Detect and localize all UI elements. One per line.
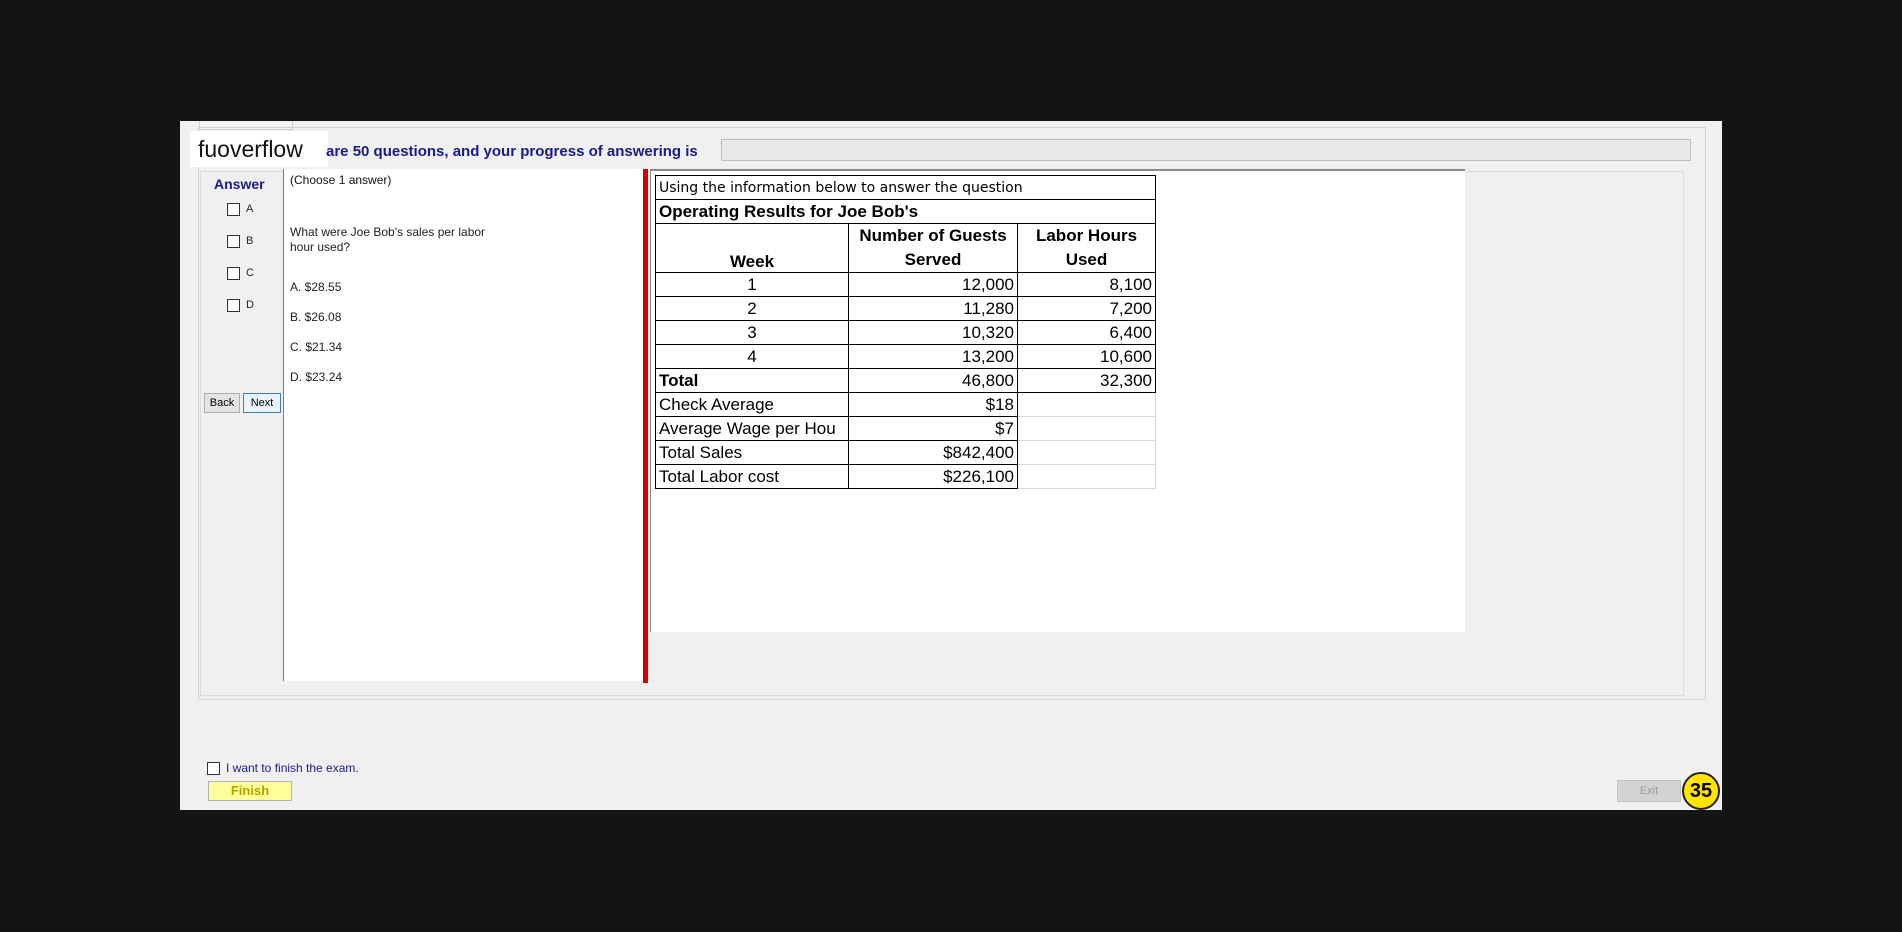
checkbox[interactable] — [227, 266, 240, 280]
option-d[interactable]: D — [227, 298, 254, 312]
table-row: 3 10,320 6,400 — [655, 320, 1156, 345]
splitter[interactable] — [643, 169, 648, 683]
question-instruction: (Choose 1 answer) — [290, 173, 392, 187]
context-panel: Using the information below to answer th… — [650, 169, 1465, 632]
table-cell: 13,200 — [848, 344, 1018, 369]
header-guests: Number of Guests Served — [848, 223, 1018, 273]
checkbox[interactable] — [207, 761, 220, 775]
table-cell — [1017, 392, 1156, 417]
table-cell: $226,100 — [848, 464, 1018, 489]
finish-button[interactable]: Finish — [208, 781, 292, 801]
next-button[interactable]: Next — [243, 393, 281, 413]
table-cell: 10,600 — [1017, 344, 1156, 369]
table-row: 2 11,280 7,200 — [655, 296, 1156, 321]
choice-b: B. $26.08 — [290, 310, 342, 324]
option-label: B — [246, 235, 254, 247]
progress-bar — [721, 139, 1691, 161]
table-cell: 3 — [655, 320, 849, 345]
option-a[interactable]: A — [227, 202, 253, 216]
table-cell: 6,400 — [1017, 320, 1156, 345]
checkbox[interactable] — [227, 298, 240, 312]
back-button[interactable]: Back — [204, 393, 240, 413]
table-cell: 7,200 — [1017, 296, 1156, 321]
table-cell: Total Labor cost — [655, 464, 849, 489]
table-cell: $7 — [848, 416, 1018, 441]
checkbox[interactable] — [227, 234, 240, 248]
option-c[interactable]: C — [227, 266, 254, 280]
option-label: C — [246, 267, 254, 279]
table-cell — [1017, 440, 1156, 465]
table-cell: 1 — [655, 272, 849, 297]
table-row: Using the information below to answer th… — [655, 175, 1156, 200]
table-cell: $18 — [848, 392, 1018, 417]
header-labor-hours: Labor Hours Used — [1017, 223, 1156, 273]
table-cell: 4 — [655, 344, 849, 369]
total-row: Total 46,800 32,300 — [655, 368, 1156, 393]
intro-cell: Using the information below to answer th… — [655, 175, 1156, 200]
table-header-row: Week Number of Guests Served Labor Hours… — [655, 223, 1156, 273]
exit-button[interactable]: Exit — [1617, 780, 1681, 802]
table-cell: Average Wage per Hou — [655, 416, 849, 441]
exam-window: fuoverflow are 50 questions, and your pr… — [180, 121, 1722, 810]
logo: fuoverflow — [190, 131, 328, 167]
progress-text: are 50 questions, and your progress of a… — [326, 143, 698, 160]
checkbox[interactable] — [227, 202, 240, 216]
option-label: D — [246, 299, 254, 311]
table-cell: 32,300 — [1017, 368, 1156, 393]
table-title: Operating Results for Joe Bob's — [655, 199, 1156, 224]
table-row: 1 12,000 8,100 — [655, 272, 1156, 297]
table-cell: $842,400 — [848, 440, 1018, 465]
table-cell: Check Average — [655, 392, 849, 417]
option-label: A — [246, 203, 254, 215]
question-text: What were Joe Bob's sales per labor hour… — [290, 225, 486, 254]
table-cell — [1017, 416, 1156, 441]
answer-header: Answer — [214, 176, 265, 192]
table-row: Check Average $18 — [655, 392, 1156, 417]
table-row: Total Sales $842,400 — [655, 440, 1156, 465]
table-cell: 46,800 — [848, 368, 1018, 393]
table-cell: 11,280 — [848, 296, 1018, 321]
choice-d: D. $23.24 — [290, 370, 343, 384]
timer-badge: 35 — [1682, 772, 1720, 810]
table-row: Total Labor cost $226,100 — [655, 464, 1156, 489]
table-cell: 8,100 — [1017, 272, 1156, 297]
table-row: 4 13,200 10,600 — [655, 344, 1156, 369]
option-b[interactable]: B — [227, 234, 253, 248]
table-cell: Total — [655, 368, 849, 393]
table-cell: 12,000 — [848, 272, 1018, 297]
choice-c: C. $21.34 — [290, 340, 343, 354]
finish-confirm-label: I want to finish the exam. — [226, 761, 359, 775]
question-panel: (Choose 1 answer) What were Joe Bob's sa… — [283, 169, 644, 681]
table-row: Operating Results for Joe Bob's — [655, 199, 1156, 224]
header-week: Week — [655, 223, 849, 273]
table-cell: 10,320 — [848, 320, 1018, 345]
table-cell: Total Sales — [655, 440, 849, 465]
finish-confirm[interactable]: I want to finish the exam. — [207, 761, 359, 775]
data-table: Using the information below to answer th… — [655, 175, 1156, 489]
table-row: Average Wage per Hou $7 — [655, 416, 1156, 441]
choice-a: A. $28.55 — [290, 280, 342, 294]
table-cell — [1017, 464, 1156, 489]
table-cell: 2 — [655, 296, 849, 321]
